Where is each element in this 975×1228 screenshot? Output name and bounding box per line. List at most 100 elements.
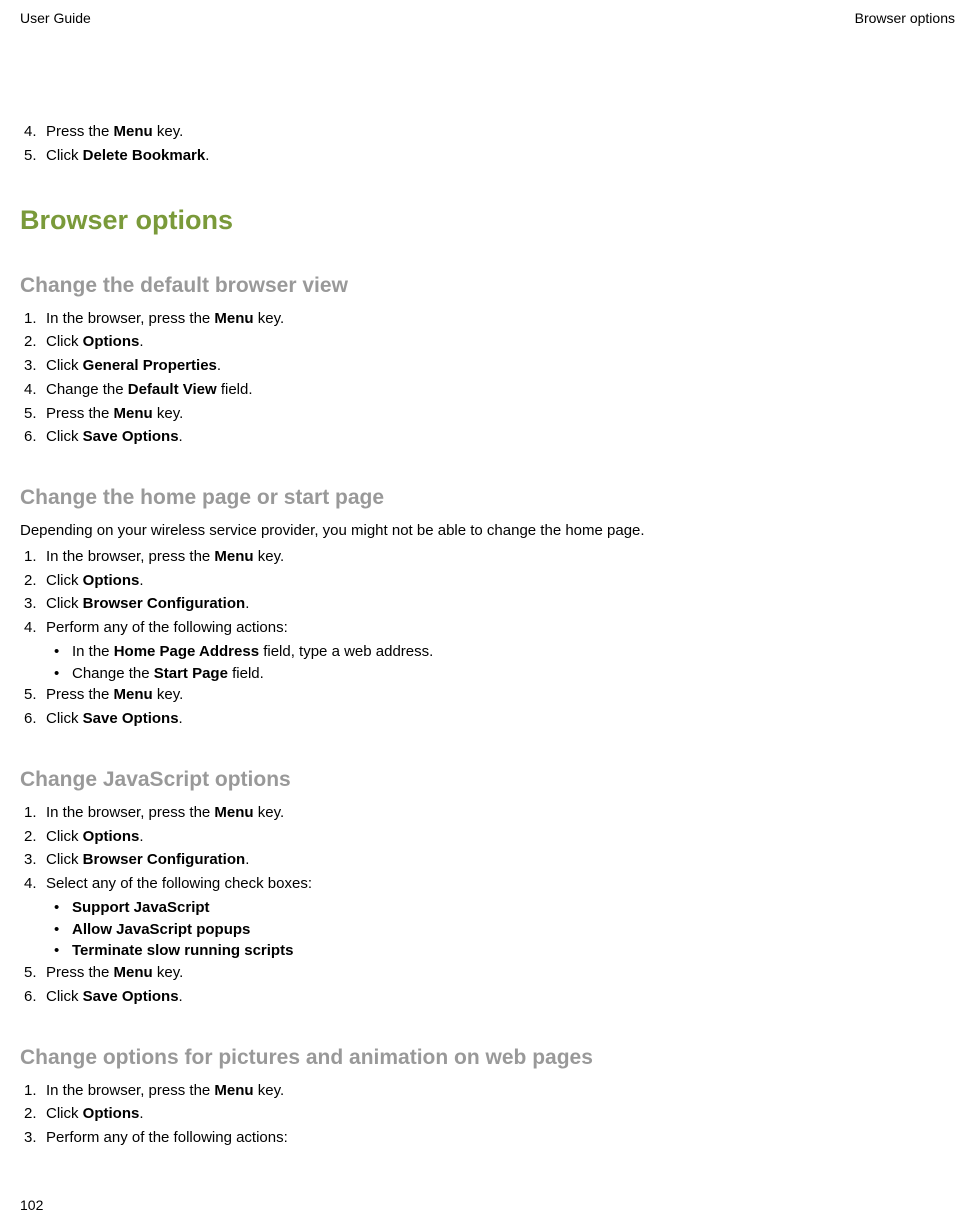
bold-text: Menu: [114, 123, 153, 140]
step-item: 2.Click Options.: [24, 570, 955, 592]
bullet-mark: •: [54, 641, 72, 663]
step-item: 1.In the browser, press the Menu key.: [24, 802, 955, 824]
bold-text: Options: [83, 333, 140, 350]
step-number: 5.: [24, 962, 46, 984]
step-item: 3.Click Browser Configuration.: [24, 593, 955, 615]
header-right: Browser options: [855, 10, 955, 26]
step-item: 3.Click Browser Configuration.: [24, 849, 955, 871]
step-number: 4.: [24, 121, 46, 143]
bold-text: Options: [83, 572, 140, 589]
bold-text: Browser Configuration: [83, 595, 246, 612]
step-text: Click Options.: [46, 826, 955, 848]
page-number: 102: [20, 1197, 43, 1213]
step-text: Click Options.: [46, 570, 955, 592]
section-intro: Depending on your wireless service provi…: [20, 520, 955, 542]
step-text: Click Save Options.: [46, 708, 955, 730]
step-number: 2.: [24, 826, 46, 848]
bullet-text: Support JavaScript: [72, 897, 955, 919]
bold-text: Menu: [114, 964, 153, 981]
step-text: Perform any of the following actions:: [46, 617, 955, 639]
step-item: 1.In the browser, press the Menu key.: [24, 546, 955, 568]
bullet-item: •Terminate slow running scripts: [54, 940, 955, 962]
step-item: 5.Click Delete Bookmark.: [24, 145, 955, 167]
section-heading: Change JavaScript options: [20, 768, 955, 792]
step-text: Press the Menu key.: [46, 121, 955, 143]
step-item: 4.Select any of the following check boxe…: [24, 873, 955, 895]
step-number: 6.: [24, 986, 46, 1008]
sections-container: Change the default browser view1.In the …: [20, 274, 955, 1149]
bold-text: General Properties: [83, 357, 217, 374]
step-text: In the browser, press the Menu key.: [46, 308, 955, 330]
step-number: 2.: [24, 570, 46, 592]
step-number: 2.: [24, 1103, 46, 1125]
bold-text: Menu: [114, 686, 153, 703]
step-item: 3.Click General Properties.: [24, 355, 955, 377]
bold-text: Browser Configuration: [83, 851, 246, 868]
bold-text: Save Options: [83, 710, 179, 727]
step-item: 4.Change the Default View field.: [24, 379, 955, 401]
bullet-mark: •: [54, 897, 72, 919]
step-number: 1.: [24, 1080, 46, 1102]
step-item: 6.Click Save Options.: [24, 426, 955, 448]
step-item: 2.Click Options.: [24, 1103, 955, 1125]
step-text: Press the Menu key.: [46, 403, 955, 425]
bullet-item: •Change the Start Page field.: [54, 663, 955, 685]
bullet-text: Allow JavaScript popups: [72, 919, 955, 941]
main-heading: Browser options: [20, 205, 955, 236]
section-heading: Change the default browser view: [20, 274, 955, 298]
steps-list: 1.In the browser, press the Menu key.2.C…: [20, 308, 955, 449]
bold-text: Menu: [214, 310, 253, 327]
step-text: Click Save Options.: [46, 426, 955, 448]
section-heading: Change the home page or start page: [20, 486, 955, 510]
section-heading: Change options for pictures and animatio…: [20, 1046, 955, 1070]
step-item: 2.Click Options.: [24, 331, 955, 353]
header-left: User Guide: [20, 10, 91, 26]
bullet-mark: •: [54, 940, 72, 962]
step-text: Press the Menu key.: [46, 684, 955, 706]
steps-list: 1.In the browser, press the Menu key.2.C…: [20, 802, 955, 1008]
step-text: Click Delete Bookmark.: [46, 145, 955, 167]
steps-list: 1.In the browser, press the Menu key.2.C…: [20, 1080, 955, 1149]
step-text: In the browser, press the Menu key.: [46, 802, 955, 824]
step-number: 4.: [24, 379, 46, 401]
step-text: Click Browser Configuration.: [46, 849, 955, 871]
step-number: 5.: [24, 684, 46, 706]
step-number: 4.: [24, 873, 46, 895]
step-text: Click Options.: [46, 1103, 955, 1125]
step-text: Select any of the following check boxes:: [46, 873, 955, 895]
step-item: 1.In the browser, press the Menu key.: [24, 308, 955, 330]
bullet-item: •Support JavaScript: [54, 897, 955, 919]
step-number: 6.: [24, 708, 46, 730]
step-text: Click Browser Configuration.: [46, 593, 955, 615]
step-number: 1.: [24, 802, 46, 824]
bullet-item: •In the Home Page Address field, type a …: [54, 641, 955, 663]
step-number: 1.: [24, 308, 46, 330]
step-number: 2.: [24, 331, 46, 353]
bold-text: Start Page: [154, 665, 228, 682]
step-item: 5.Press the Menu key.: [24, 684, 955, 706]
step-item: 3.Perform any of the following actions:: [24, 1127, 955, 1149]
step-number: 3.: [24, 593, 46, 615]
step-item: 2.Click Options.: [24, 826, 955, 848]
step-number: 5.: [24, 145, 46, 167]
bullet-text: Terminate slow running scripts: [72, 940, 955, 962]
bold-text: Default View: [128, 381, 217, 398]
step-item: 4.Press the Menu key.: [24, 121, 955, 143]
bullet-mark: •: [54, 663, 72, 685]
step-text: Click Save Options.: [46, 986, 955, 1008]
bold-text: Menu: [114, 405, 153, 422]
bold-text: Terminate slow running scripts: [72, 942, 293, 959]
step-item: 5.Press the Menu key.: [24, 962, 955, 984]
step-text: Perform any of the following actions:: [46, 1127, 955, 1149]
step-number: 4.: [24, 617, 46, 639]
bold-text: Save Options: [83, 428, 179, 445]
step-item: 1.In the browser, press the Menu key.: [24, 1080, 955, 1102]
page-content: 4.Press the Menu key.5.Click Delete Book…: [20, 26, 955, 1149]
step-item: 6.Click Save Options.: [24, 986, 955, 1008]
step-number: 1.: [24, 546, 46, 568]
step-text: Click Options.: [46, 331, 955, 353]
bold-text: Menu: [214, 804, 253, 821]
page-header: User Guide Browser options: [20, 0, 955, 26]
bullet-mark: •: [54, 919, 72, 941]
bold-text: Options: [83, 1105, 140, 1122]
